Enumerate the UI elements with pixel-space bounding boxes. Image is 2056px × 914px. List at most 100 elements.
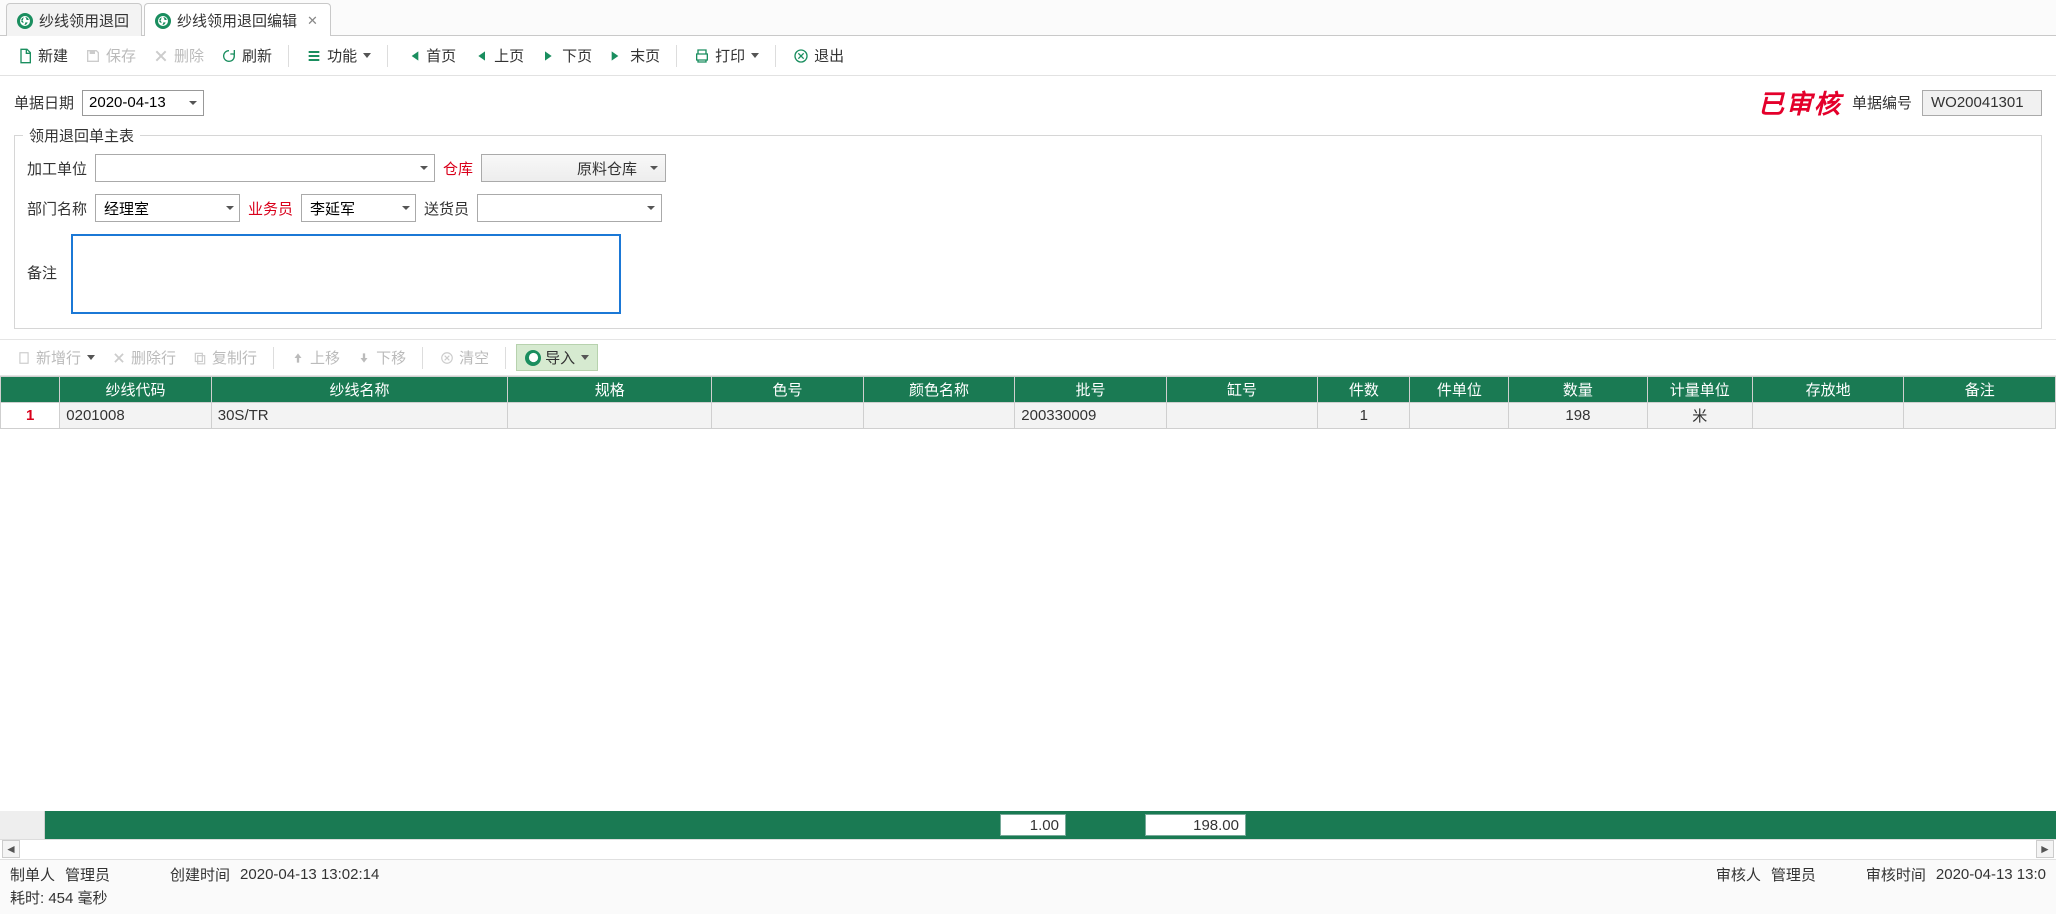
warehouse-field[interactable]: 原料仓库 [481, 154, 666, 182]
creator-value: 管理员 [65, 864, 110, 885]
salesman-input[interactable] [302, 195, 397, 221]
print-button[interactable]: 打印 [687, 42, 765, 69]
col-header[interactable]: 批号 [1015, 377, 1166, 403]
close-icon[interactable]: ✕ [307, 13, 318, 29]
elapsed-text: 耗时: 454 毫秒 [10, 885, 2046, 912]
cell[interactable]: 30S/TR [211, 403, 507, 429]
chevron-down-icon[interactable] [397, 195, 415, 221]
last-icon [608, 47, 626, 65]
col-header[interactable]: 缸号 [1166, 377, 1317, 403]
totals-lead [0, 811, 45, 839]
doc-date-field[interactable] [82, 90, 204, 116]
tab-label: 纱线领用退回编辑 [177, 10, 297, 31]
cell[interactable]: 198 [1509, 403, 1647, 429]
cell[interactable] [712, 403, 863, 429]
prev-icon [472, 47, 490, 65]
process-unit-field[interactable] [95, 154, 435, 182]
audit-time-value: 2020-04-13 13:0 [1936, 866, 2046, 883]
audit-stamp: 已审核 [1758, 84, 1842, 121]
total-qty: 1.00 [1000, 814, 1066, 836]
col-header[interactable]: 计量单位 [1647, 377, 1752, 403]
cell[interactable] [1752, 403, 1903, 429]
col-header[interactable]: 规格 [508, 377, 712, 403]
col-header[interactable]: 件单位 [1410, 377, 1509, 403]
col-header[interactable]: 纱线名称 [211, 377, 507, 403]
refresh-button[interactable]: 刷新 [214, 42, 278, 69]
separator [422, 347, 423, 369]
scroll-left-icon[interactable]: ◄ [2, 840, 20, 858]
h-scrollbar[interactable]: ◄ ► [0, 839, 2056, 859]
process-unit-input[interactable] [96, 155, 413, 181]
dept-input[interactable] [96, 195, 220, 221]
scroll-right-icon[interactable]: ► [2036, 840, 2054, 858]
chevron-down-icon[interactable] [642, 195, 661, 221]
cell[interactable]: 0201008 [60, 403, 211, 429]
chevron-down-icon[interactable] [643, 155, 665, 181]
cell[interactable] [863, 403, 1014, 429]
main-toolbar: 新建 保存 删除 刷新 功能 首页 上页 下页 末页 打印 [0, 36, 2056, 76]
save-icon [84, 47, 102, 65]
separator [387, 45, 388, 67]
exit-button[interactable]: 退出 [786, 42, 850, 69]
cell[interactable] [508, 403, 712, 429]
import-button[interactable]: 导入 [516, 344, 598, 371]
deliverer-field[interactable] [477, 194, 662, 222]
creator-label: 制单人 [10, 864, 55, 885]
chevron-down-icon [363, 53, 371, 58]
grid-scroll[interactable]: 纱线代码纱线名称规格色号颜色名称批号缸号件数件单位数量计量单位存放地备注 102… [0, 376, 2056, 811]
chevron-down-icon[interactable] [183, 91, 203, 115]
deliverer-label: 送货员 [424, 198, 469, 219]
cell[interactable]: 1 [1318, 403, 1410, 429]
scroll-track[interactable] [22, 842, 2034, 858]
cell[interactable] [1166, 403, 1317, 429]
globe-icon [155, 13, 171, 29]
row-number: 1 [1, 403, 60, 429]
col-header[interactable]: 数量 [1509, 377, 1647, 403]
delete-button: 删除 [146, 42, 210, 69]
delete-icon [111, 350, 127, 366]
cell[interactable]: 米 [1647, 403, 1752, 429]
first-page-button[interactable]: 首页 [398, 42, 462, 69]
create-time-label: 创建时间 [170, 864, 230, 885]
chevron-down-icon[interactable] [413, 155, 434, 181]
separator [505, 347, 506, 369]
group-title: 领用退回单主表 [23, 125, 140, 146]
remarks-textarea[interactable] [71, 234, 621, 314]
salesman-field[interactable] [301, 194, 416, 222]
grid-toolbar: 新增行 删除行 复制行 上移 下移 清空 导入 [0, 339, 2056, 376]
total-amount: 198.00 [1145, 814, 1246, 836]
prev-page-button[interactable]: 上页 [466, 42, 530, 69]
col-header[interactable]: 纱线代码 [60, 377, 211, 403]
col-header[interactable]: 存放地 [1752, 377, 1903, 403]
function-button[interactable]: 功能 [299, 42, 377, 69]
doc-date-input[interactable] [83, 91, 183, 115]
doc-icon [16, 350, 32, 366]
col-header[interactable]: 件数 [1318, 377, 1410, 403]
cell[interactable] [1904, 403, 2056, 429]
col-header[interactable] [1, 377, 60, 403]
master-form-group: 领用退回单主表 加工单位 仓库 原料仓库 部门名称 业务员 送货员 备注 [14, 135, 2042, 329]
chevron-down-icon[interactable] [220, 195, 239, 221]
copy-row-button: 复制行 [186, 344, 263, 371]
cell[interactable]: 200330009 [1015, 403, 1166, 429]
col-header[interactable]: 备注 [1904, 377, 2056, 403]
save-button: 保存 [78, 42, 142, 69]
cell[interactable] [1410, 403, 1509, 429]
last-page-button[interactable]: 末页 [602, 42, 666, 69]
next-page-button[interactable]: 下页 [534, 42, 598, 69]
arrow-up-icon [290, 350, 306, 366]
deliverer-input[interactable] [478, 195, 642, 221]
col-header[interactable]: 颜色名称 [863, 377, 1014, 403]
dept-field[interactable] [95, 194, 240, 222]
col-header[interactable]: 色号 [712, 377, 863, 403]
tab-item[interactable]: 纱线领用退回 [6, 3, 142, 36]
tab-item-active[interactable]: 纱线领用退回编辑 ✕ [144, 3, 331, 36]
separator [676, 45, 677, 67]
delete-row-button: 删除行 [105, 344, 182, 371]
data-grid: 纱线代码纱线名称规格色号颜色名称批号缸号件数件单位数量计量单位存放地备注 102… [0, 376, 2056, 859]
refresh-icon [220, 47, 238, 65]
new-button[interactable]: 新建 [10, 42, 74, 69]
chevron-down-icon [751, 53, 759, 58]
table-row[interactable]: 1020100830S/TR2003300091198米 [1, 403, 2056, 429]
separator [273, 347, 274, 369]
